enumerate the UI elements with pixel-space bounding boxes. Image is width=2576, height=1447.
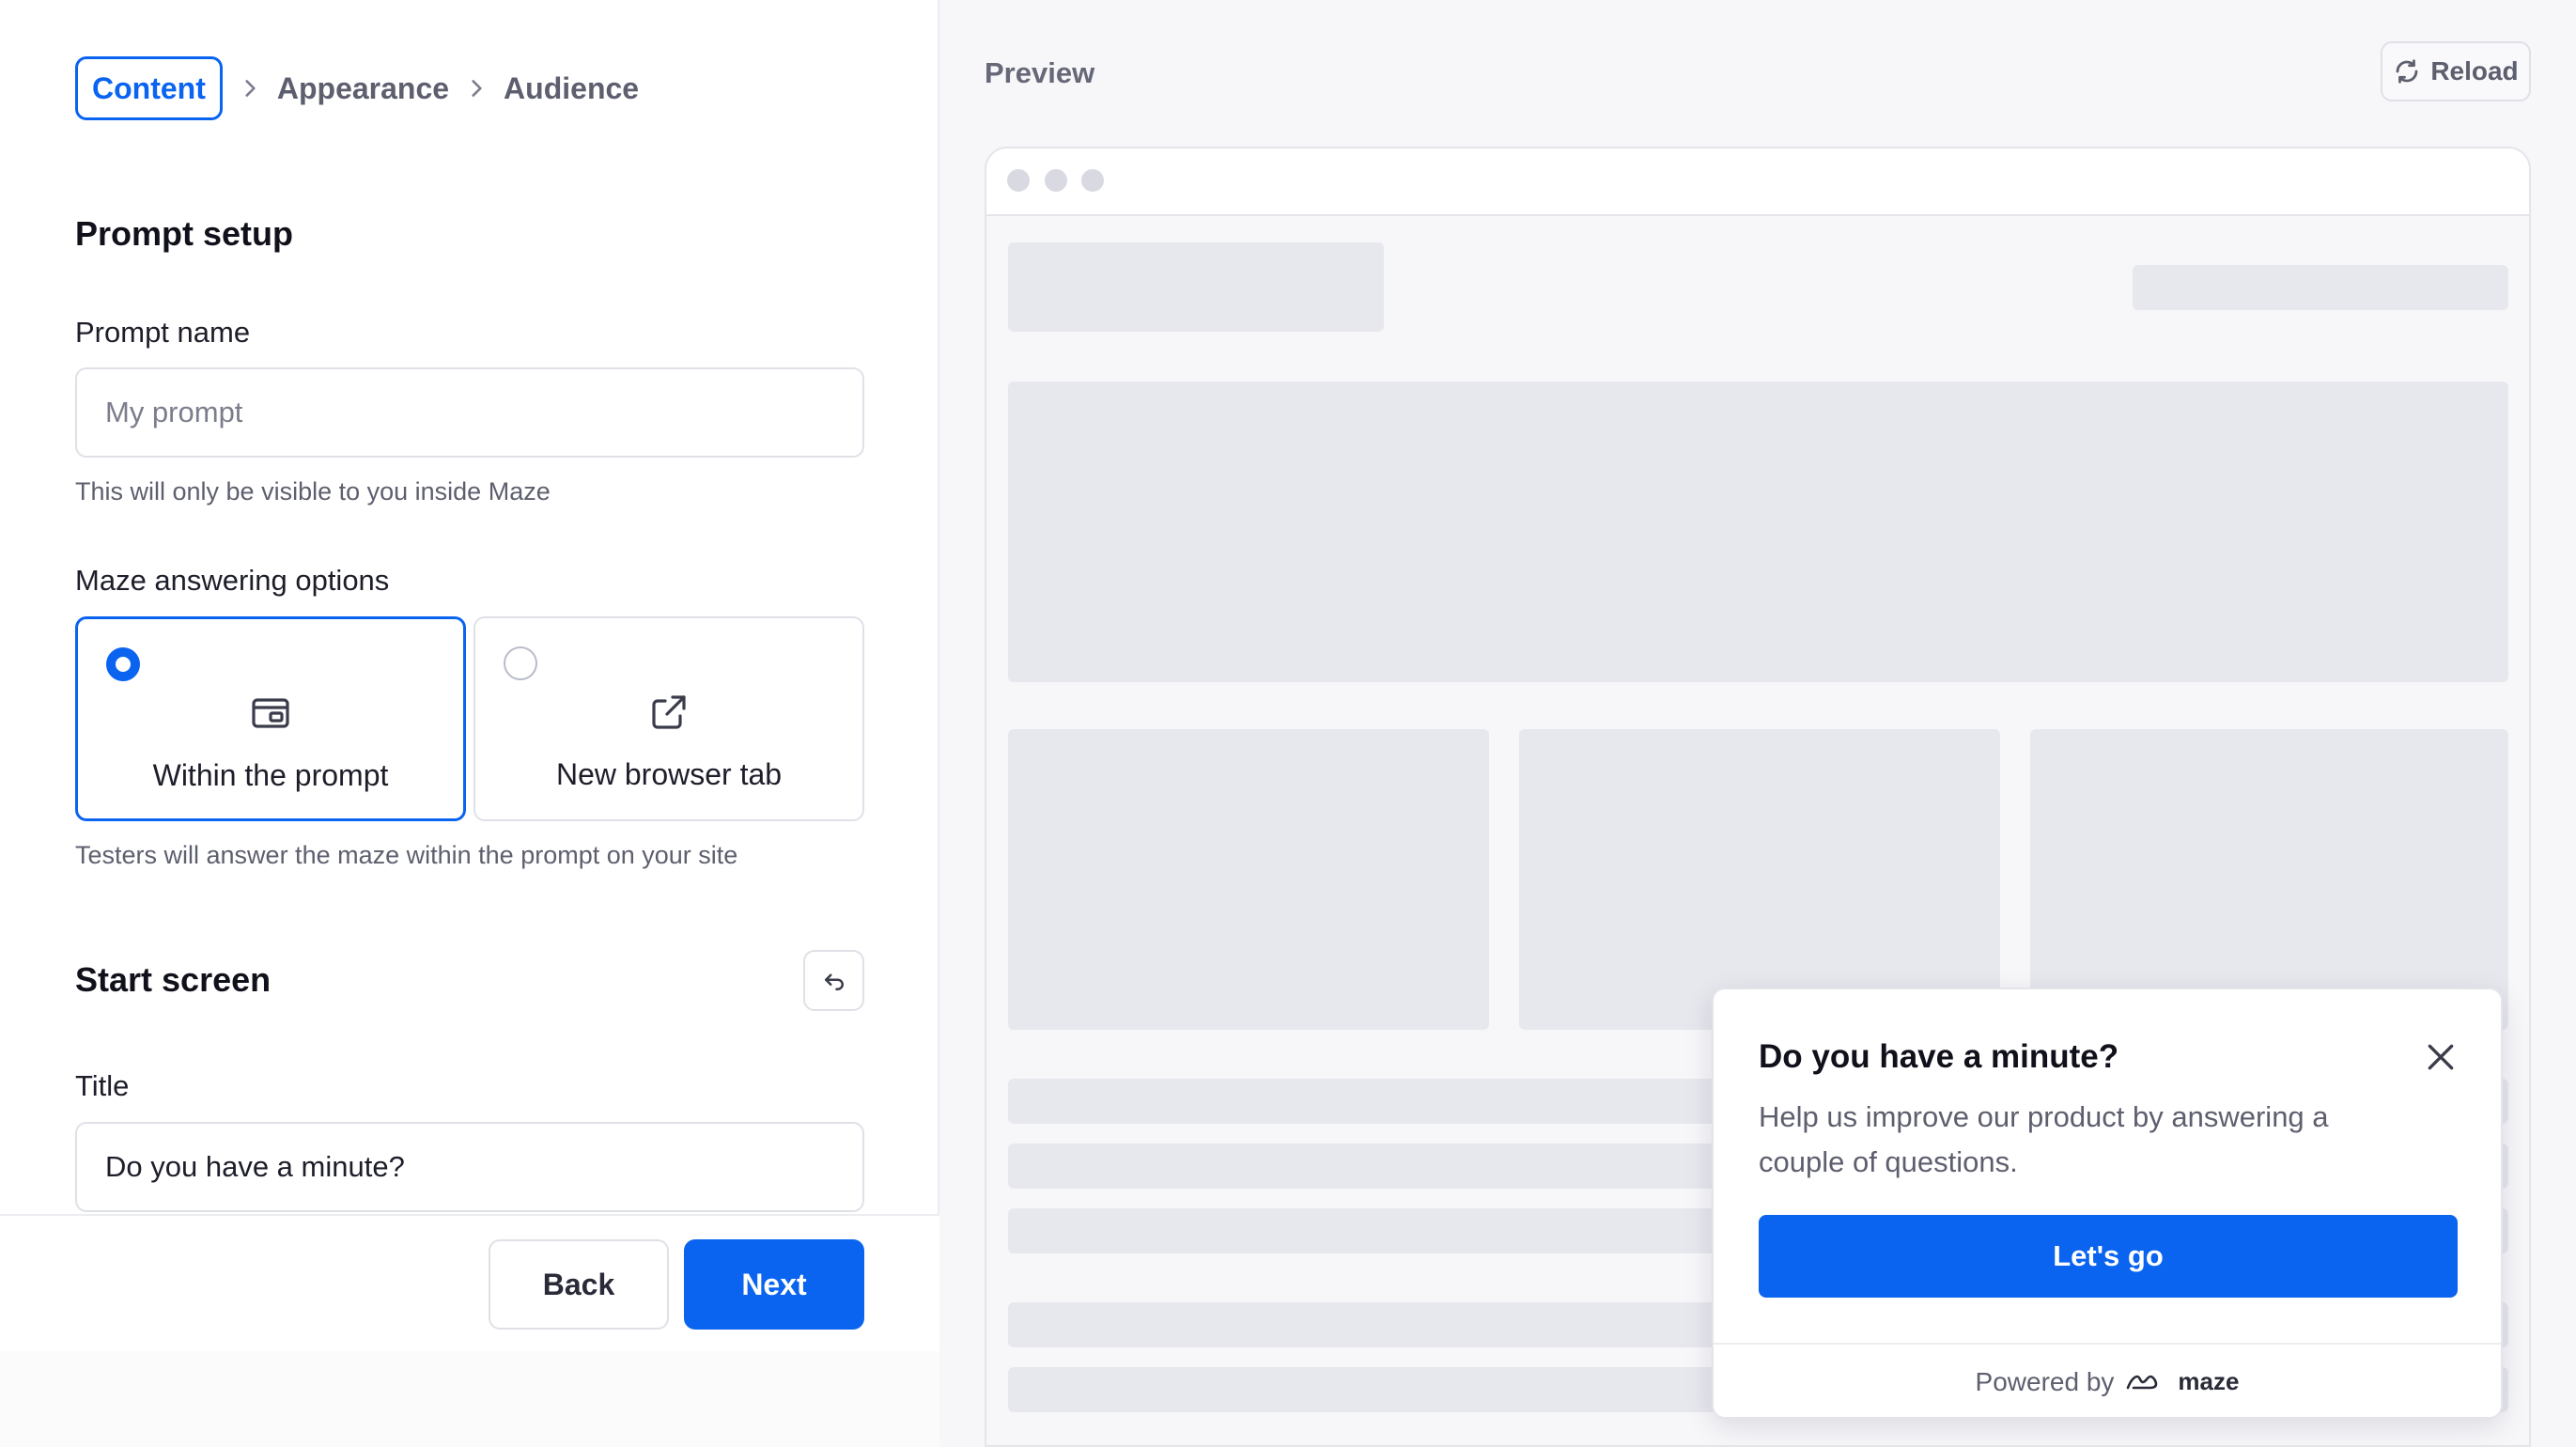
skeleton-card [1008, 729, 1489, 1030]
step-audience[interactable]: Audience [504, 56, 639, 120]
option-within-prompt[interactable]: Within the prompt [75, 616, 466, 821]
skeleton-hero [1008, 381, 2508, 682]
reload-icon [2396, 59, 2418, 84]
stepper: Content Appearance Audience [75, 56, 639, 120]
close-icon[interactable] [2422, 1038, 2460, 1076]
footer-spacer [0, 1351, 939, 1447]
option-label: Within the prompt [152, 758, 389, 792]
skeleton-card [1519, 729, 2000, 1030]
prompt-name-label: Prompt name [75, 316, 251, 349]
wizard-footer: Back Next [0, 1214, 939, 1351]
skeleton-card [2030, 729, 2508, 1030]
browser-toolbar [986, 148, 2529, 216]
skeleton-logo [1008, 242, 1384, 332]
skeleton-nav [2133, 265, 2508, 310]
powered-by-label: Powered by [1975, 1366, 2115, 1396]
prompt-card: Do you have a minute? Help us improve ou… [1712, 988, 2503, 1419]
window-panel-icon [252, 698, 289, 728]
radio-within-prompt[interactable] [106, 647, 140, 681]
title-label: Title [75, 1069, 130, 1102]
option-label: New browser tab [555, 757, 783, 791]
next-button[interactable]: Next [684, 1239, 864, 1330]
reset-start-screen-button[interactable] [803, 950, 864, 1011]
reload-button[interactable]: Reload [2381, 41, 2531, 101]
powered-by-footer: Powered by maze [1714, 1343, 2501, 1419]
start-screen-heading: Start screen [75, 960, 272, 999]
undo-icon [824, 973, 844, 990]
radio-new-browser-tab[interactable] [504, 646, 537, 680]
external-link-icon [652, 695, 686, 729]
chevron-right-icon [449, 56, 504, 120]
prompt-name-input[interactable] [75, 367, 864, 458]
chevron-right-icon [223, 56, 277, 120]
maze-logo-icon [2127, 1375, 2158, 1389]
option-new-browser-tab[interactable]: New browser tab [473, 616, 864, 821]
prompt-name-hint: This will only be visible to you inside … [75, 477, 551, 506]
answering-options-hint: Testers will answer the maze within the … [75, 841, 738, 869]
window-dot [1045, 169, 1067, 192]
prompt-body: Help us improve our product by answering… [1759, 1100, 2329, 1178]
window-dot [1081, 169, 1104, 192]
step-content[interactable]: Content [75, 56, 223, 120]
prompt-setup-heading: Prompt setup [75, 214, 294, 253]
title-input[interactable] [75, 1122, 864, 1212]
editor-panel: Content Appearance Audience Prompt setup… [0, 0, 939, 1447]
prompt-title: Do you have a minute? [1759, 1038, 2119, 1075]
maze-brand: maze [2178, 1367, 2240, 1395]
preview-title: Preview [985, 56, 1095, 89]
window-dot [1007, 169, 1030, 192]
reload-label: Reload [2430, 56, 2519, 86]
answering-options-label: Maze answering options [75, 564, 390, 597]
step-appearance[interactable]: Appearance [277, 56, 449, 120]
back-button[interactable]: Back [489, 1239, 669, 1330]
lets-go-button[interactable]: Let's go [1759, 1215, 2458, 1298]
